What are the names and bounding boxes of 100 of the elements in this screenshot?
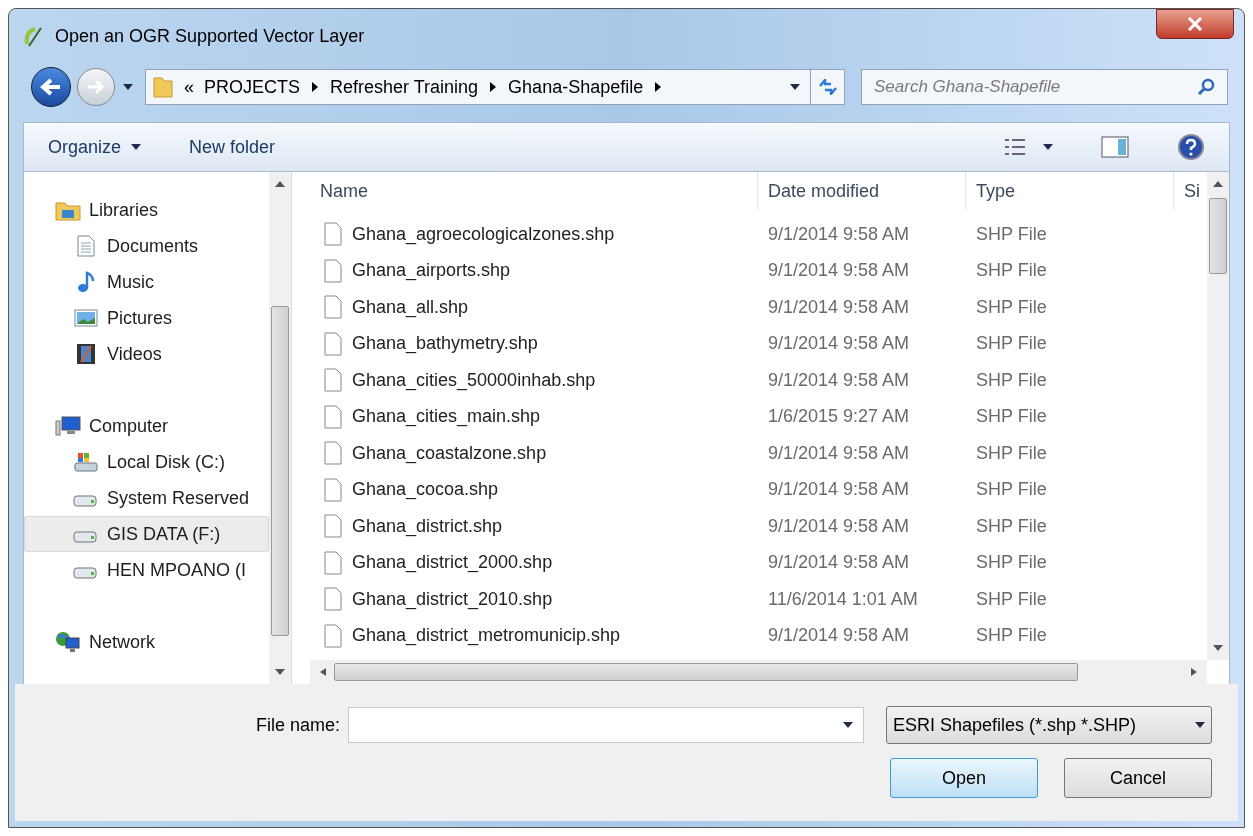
scrollbar-thumb[interactable] [1209,198,1227,274]
date-modified-cell-text: 9/1/2014 9:58 AM [767,222,911,246]
scroll-down-arrow-icon[interactable] [275,668,285,676]
folder-icon [152,75,174,99]
search-input[interactable]: Search Ghana-Shapefile [874,70,1197,104]
window-title: Open an OGR Supported Vector Layer [55,25,365,48]
breadcrumb[interactable]: Refresher Training [330,73,479,101]
sidebar-item[interactable]: Network [24,624,269,660]
file-name[interactable]: Ghana_district_2010.shp [352,585,553,613]
sidebar-item[interactable]: System Reserved [24,480,269,516]
date-modified-cell-text: 9/1/2014 9:58 AM [767,332,911,356]
file-name[interactable]: Ghana_bathymetry.shp [352,330,538,358]
file-name[interactable]: Ghana_cocoa.shp [352,476,499,504]
file-icon [324,477,342,502]
scroll-up-arrow-icon[interactable] [275,180,285,188]
file-icon [324,222,342,247]
file-name-label: File name: [255,713,340,737]
drive-icon [73,567,97,579]
file-name[interactable]: Ghana_cities_50000inhab.shp [352,366,596,394]
file-name[interactable]: Ghana_cities_main.shp [352,403,541,431]
sidebar-item[interactable]: Music [24,264,269,300]
column-header[interactable]: Type [966,172,1174,210]
sidebar-item[interactable]: Local Disk (C:) [24,444,269,480]
column-header[interactable]: Si [1174,172,1207,210]
close-button[interactable] [1156,9,1234,39]
sidebar-item[interactable]: Libraries [24,192,269,228]
toolbar-button[interactable]: Organize [48,133,142,161]
view-options-button[interactable] [1003,137,1053,157]
scrollbar-thumb[interactable] [334,663,1078,681]
help-icon [1177,133,1205,161]
library-folder-icon [55,199,81,221]
file-name[interactable]: Ghana_agroecologicalzones.shp [352,220,615,248]
address-bar[interactable]: « PROJECTS Refresher Training Ghana-Shapefile [145,69,845,105]
sidebar-item[interactable]: HEN MPOANO (I [24,552,269,588]
file-type-dropdown[interactable]: ESRI Shapefiles (*.shp *.SHP) [886,706,1212,744]
toolbar-button[interactable]: New folder [189,133,276,161]
system-drive-icon [73,451,99,473]
dialog-button[interactable]: Cancel [1064,758,1212,798]
forward-arrow-icon [86,79,106,95]
dialog-button[interactable]: Open [890,758,1038,798]
breadcrumb[interactable]: PROJECTS [204,73,301,101]
type-cell-text: SHP File [975,441,1048,465]
sidebar-item[interactable]: Documents [24,228,269,264]
details-view-icon [1003,137,1027,157]
date-modified-cell-text: 9/1/2014 9:58 AM [767,514,911,538]
dropdown-caret-icon [1043,144,1053,150]
file-icon [324,404,342,429]
date-modified-cell-text: 9/1/2014 9:58 AM [767,551,911,575]
type-cell-text: SHP File [975,332,1048,356]
horizontal-scrollbar[interactable] [310,660,1207,684]
scrollbar-thumb[interactable] [271,306,289,636]
app-logo-icon [23,25,43,48]
chevron-right-icon [655,82,662,92]
file-name[interactable]: Ghana_airports.shp [352,257,511,285]
sidebar-item[interactable]: Computer [24,408,269,444]
file-name[interactable]: Ghana_district_2000.shp [352,549,553,577]
vertical-scrollbar[interactable] [269,172,291,684]
sidebar-item[interactable]: Pictures [24,300,269,336]
type-cell-text: SHP File [975,222,1048,246]
file-name[interactable]: Ghana_all.shp [352,293,469,321]
forward-button[interactable] [77,68,115,106]
help-button[interactable] [1177,133,1205,161]
column-header[interactable]: Name [310,172,758,210]
file-name[interactable]: Ghana_district_metromunicip.shp [352,622,621,650]
dropdown-caret-icon [1195,722,1205,728]
chevron-right-icon [312,82,319,92]
type-cell-text: SHP File [975,624,1048,648]
date-modified-cell-text: 9/1/2014 9:58 AM [767,478,911,502]
path-overflow[interactable]: « [184,73,194,101]
date-modified-cell-text: 1/6/2015 9:27 AM [767,405,911,429]
file-name[interactable]: Ghana_district.shp [352,512,503,540]
file-icon [324,623,342,648]
breadcrumb[interactable]: Ghana-Shapefile [508,73,644,101]
preview-pane-button[interactable] [1101,136,1129,158]
type-cell-text: SHP File [975,295,1048,319]
back-button[interactable] [31,67,71,107]
scroll-up-arrow-icon[interactable] [1213,180,1223,188]
dropdown-caret-icon [131,144,142,150]
back-arrow-icon [40,78,62,96]
vertical-scrollbar[interactable] [1207,172,1229,660]
scroll-right-arrow-icon[interactable] [1189,668,1199,676]
refresh-icon [817,79,838,95]
drive-icon [73,495,97,507]
file-icon [324,368,342,393]
file-icon [324,258,342,283]
sidebar-item[interactable]: GIS DATA (F:) [24,516,269,552]
type-cell-text: SHP File [975,259,1048,283]
scroll-down-arrow-icon[interactable] [1213,644,1223,652]
column-header[interactable]: Date modified [758,172,966,210]
scroll-left-arrow-icon[interactable] [318,668,328,676]
date-modified-cell-text: 9/1/2014 9:58 AM [767,368,911,392]
picture-icon [73,307,99,329]
drive-icon [73,531,97,543]
date-modified-cell-text: 9/1/2014 9:58 AM [767,259,911,283]
file-name[interactable]: Ghana_coastalzone.shp [352,439,547,467]
chevron-right-icon [490,82,497,92]
file-icon [324,514,342,539]
search-field[interactable]: Search Ghana-Shapefile [861,69,1228,105]
sidebar-item[interactable]: Videos [24,336,269,372]
type-cell-text: SHP File [975,478,1048,502]
